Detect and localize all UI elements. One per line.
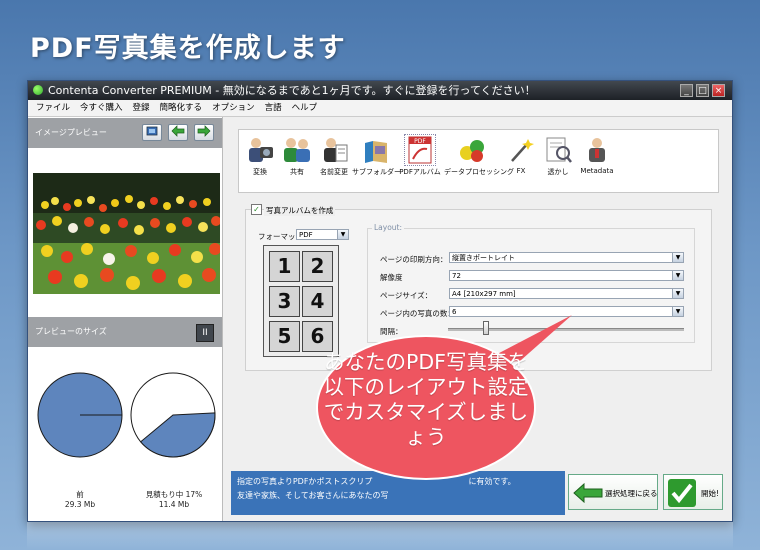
checkmark-icon [668,479,696,507]
start-button-label: 開始! [701,489,720,498]
info-text-1: 指定の写真よりPDFかポストスクリプ [237,477,373,486]
grid-cell: 5 [269,321,300,352]
tool-watermark[interactable]: 透かし [536,135,580,177]
convert-icon [245,135,275,165]
close-button[interactable]: × [712,84,725,97]
subfolder-icon [361,135,391,165]
grid-cell: 6 [302,321,333,352]
menu-buy[interactable]: 今すぐ購入 [75,100,128,116]
menu-options[interactable]: オプション [207,100,260,116]
menu-language[interactable]: 言語 [260,100,287,116]
start-button[interactable]: 開始! [663,474,723,510]
maximize-button[interactable]: □ [696,84,709,97]
grid-cell: 2 [302,251,333,282]
metadata-icon [582,135,612,165]
tool-subfolder[interactable]: サブフォルダー [352,135,401,177]
arrow-right-icon [197,125,211,137]
info-text-2: 友達や家族、そしてお客さんにあなたの写 [237,491,389,500]
window-reflection [27,522,733,550]
prev-image-button[interactable] [168,124,188,141]
chevron-down-icon: ▼ [672,307,683,316]
image-preview-title: イメージプレビュー [35,128,107,137]
svg-text:PDF: PDF [414,138,426,145]
page-headline: PDF写真集を作成します [30,33,346,64]
menu-simplify[interactable]: 簡略化する [155,100,208,116]
grid-cell: 1 [269,251,300,282]
estimate-size: 11.4 Mb [158,500,190,509]
watermark-icon [543,135,573,165]
function-toolbar: 変換 共有 名前変更 サブフォルダー PDF PDFアルバム データプロセッシン… [238,129,719,193]
orientation-select[interactable]: 縦置きポートレイト ▼ [449,252,684,263]
next-image-button[interactable] [194,124,214,141]
back-button-label: 選択処理に戻る [605,489,658,498]
chevron-down-icon: ▼ [672,253,683,262]
info-text-1b: に有効です。 [468,477,516,486]
estimate-label: 見積もり中 17% [145,490,203,499]
tool-rename[interactable]: 名前変更 [312,135,356,177]
arrow-left-icon [171,125,185,137]
rotate-button[interactable] [142,124,162,141]
format-select-value: PDF [299,231,313,239]
layout-title: Layout: [372,223,405,232]
layout-preview-grid: 1 2 3 4 5 6 [263,245,339,357]
create-album-checkbox[interactable]: ✓ [251,204,262,215]
pdf-album-icon: PDF [404,134,436,166]
menu-register[interactable]: 登録 [128,100,155,116]
preview-image [33,173,220,294]
page-size-value: A4 [210x297 mm] [452,290,516,298]
menu-help[interactable]: ヘルプ [287,100,323,116]
callout-text: あなたのPDF写真集を以下のレイアウト設定でカスタマイズしましょう [323,350,529,449]
rename-icon [319,135,349,165]
menu-file[interactable]: ファイル [28,100,75,116]
fx-icon [506,135,536,165]
chevron-down-icon: ▼ [672,271,683,280]
chevron-down-icon: ▼ [337,230,348,239]
minimize-button[interactable]: _ [680,84,693,97]
orientation-label: ページの印刷方向： [380,255,448,264]
grid-cell: 3 [269,286,300,317]
before-size: 29.3 Mb [64,500,96,509]
spacing-label: 間隔： [380,327,403,336]
back-to-selection-button[interactable]: 選択処理に戻る [568,474,658,510]
tool-pdf-album[interactable]: PDF PDFアルバム [396,134,444,177]
orientation-value: 縦置きポートレイト [452,254,515,262]
photos-per-page-label: ページ内の写真の数： [380,309,455,318]
before-label: 前 [76,490,84,499]
share-icon [282,135,312,165]
app-logo-icon [33,85,43,95]
tool-metadata[interactable]: Metadata [575,135,619,175]
preview-size-header: プレビューのサイズ II [28,317,222,347]
resolution-value: 72 [452,272,461,280]
format-select[interactable]: PDF ▼ [296,229,349,240]
page-size-select[interactable]: A4 [210x297 mm] ▼ [449,288,684,299]
image-preview-header: イメージプレビュー [28,118,222,148]
photos-per-page-value: 6 [452,308,457,316]
preview-size-title: プレビューのサイズ [35,327,107,336]
resolution-label: 解像度 [380,273,403,282]
left-panel: イメージプレビュー プレビューのサイズ II 前 29.3 Mb 見積もり中 1… [28,117,223,521]
size-pie-charts [37,372,216,458]
create-album-label: 写真アルバムを作成 [264,205,336,216]
rotate-icon [146,126,158,136]
window-title: Contenta Converter PREMIUM - 無効になるまであと1ヶ… [48,84,536,97]
arrow-left-icon [573,483,603,503]
page-size-label: ページサイズ： [380,291,433,300]
title-bar: Contenta Converter PREMIUM - 無効になるまであと1ヶ… [28,81,732,100]
tulip-photo [33,173,220,294]
chevron-down-icon: ▼ [672,289,683,298]
tool-data-processing[interactable]: データプロセッシング [444,135,514,177]
menu-bar: ファイル 今すぐ購入 登録 簡略化する オプション 言語 ヘルプ [28,100,732,117]
resolution-select[interactable]: 72 ▼ [449,270,684,281]
grid-cell: 4 [302,286,333,317]
pause-button[interactable]: II [196,324,214,342]
data-processing-icon [457,135,487,165]
